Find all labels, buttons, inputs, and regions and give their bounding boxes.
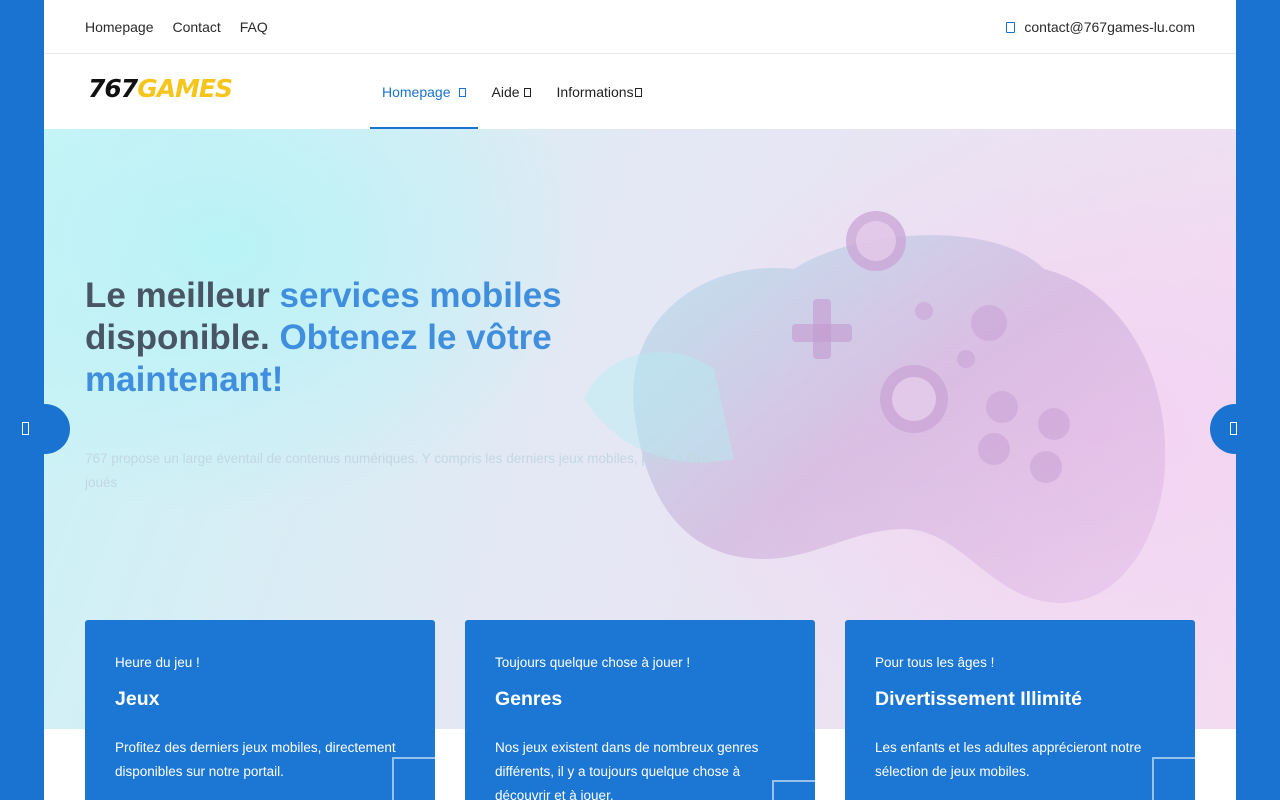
slider-next-button[interactable] [1210,404,1260,454]
chevron-right-icon [1230,422,1237,435]
chevron-down-icon [458,87,466,97]
top-link-homepage[interactable]: Homepage [85,19,154,35]
card-kicker: Pour tous les âges ! [875,655,995,670]
chevron-down-icon [523,87,531,97]
hero-title: Le meilleur services mobiles disponible.… [85,275,645,401]
top-links: Homepage Contact FAQ [85,19,268,35]
top-link-contact[interactable]: Contact [173,19,221,35]
menu-item-label: Aide [491,84,520,100]
menu-item-informations[interactable]: Informations [545,55,654,129]
hero-subtitle: 767 propose un large éventail de contenu… [85,451,710,490]
hero-title-part: Le meilleur [85,276,280,315]
contact-email-text[interactable]: contact@767games-lu.com [1024,19,1195,35]
menu-item-label: Homepage [382,84,451,100]
feature-card-jeux[interactable]: Heure du jeu ! Jeux Profitez des dernier… [85,620,435,800]
logo-word: GAMES [137,74,233,103]
hero-title-part: disponible. [85,318,280,357]
card-kicker: Heure du jeu ! [115,655,200,670]
menu-item-aide[interactable]: Aide [480,55,543,129]
card-description: Les enfants et les adultes apprécieront … [875,740,1142,779]
top-link-faq[interactable]: FAQ [240,19,268,35]
chevron-down-icon [634,87,642,97]
slider-prev-button[interactable] [20,404,70,454]
card-title: Jeux [115,688,160,710]
site-logo[interactable]: 767GAMES [88,74,233,103]
mail-icon [1006,21,1016,33]
card-title: Divertissement Illimité [875,688,1082,710]
top-bar: Homepage Contact FAQ contact@767games-lu… [44,0,1236,54]
card-corner-decoration [1152,757,1195,800]
chevron-left-icon [22,422,29,435]
card-corner-decoration [392,757,435,800]
contact-email[interactable]: contact@767games-lu.com [1006,19,1195,35]
gamepad-illustration [584,211,1166,603]
hero-title-highlight: services mobiles [279,276,562,315]
logo-number: 767 [88,74,138,103]
menu-item-homepage[interactable]: Homepage [370,55,478,129]
feature-card-divertissement[interactable]: Pour tous les âges ! Divertissement Illi… [845,620,1195,800]
menu-item-label: Informations [556,84,634,100]
card-description: Nos jeux existent dans de nombreux genre… [495,740,759,800]
main-menu: Homepage Aide Informations [370,55,656,129]
page-frame: Homepage Contact FAQ contact@767games-lu… [44,0,1236,800]
card-kicker: Toujours quelque chose à jouer ! [495,655,691,670]
card-description: Profitez des derniers jeux mobiles, dire… [115,740,396,779]
card-title: Genres [495,688,563,710]
main-navbar: 767GAMES Homepage Aide Informations [44,55,1236,129]
feature-card-genres[interactable]: Toujours quelque chose à jouer ! Genres … [465,620,815,800]
card-corner-decoration [772,780,815,800]
